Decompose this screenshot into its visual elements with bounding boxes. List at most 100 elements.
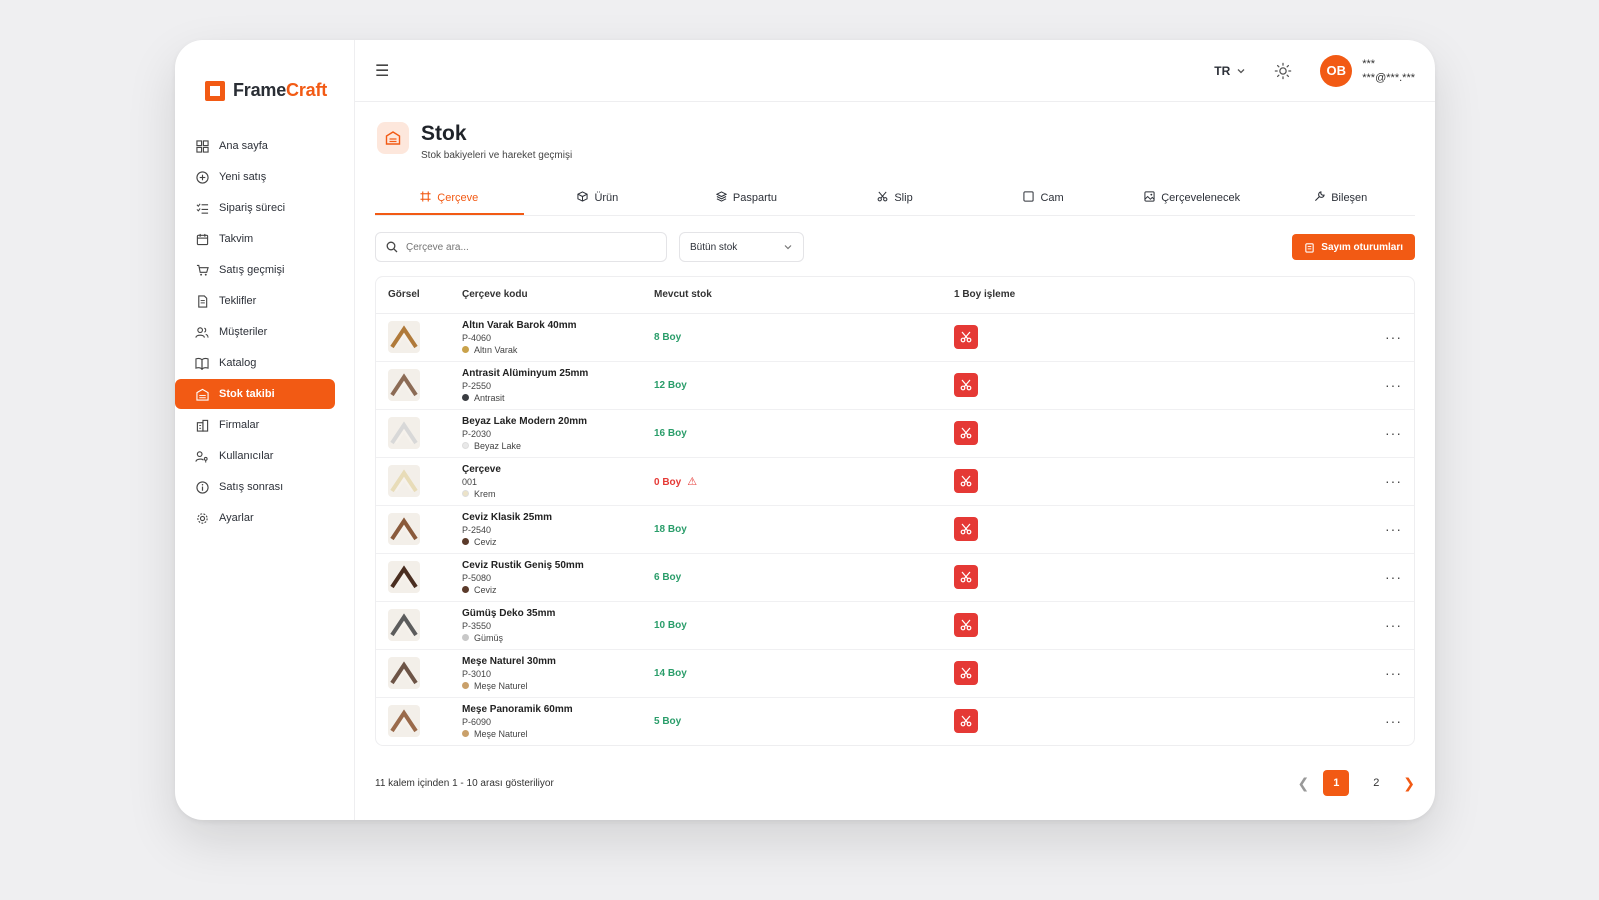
color-dot [462,730,469,738]
image-cell [376,457,450,506]
sidebar-item-sipariş-süreci[interactable]: Sipariş süreci [175,193,340,223]
table-row[interactable]: Meşe Naturel 30mm P-3010 Meşe Naturel 14… [376,649,1414,698]
image-cell [376,313,450,362]
brand-logo[interactable]: FrameCraft [175,80,354,101]
tab-7[interactable]: Bileşen [1266,183,1415,215]
scissors-icon [960,667,972,679]
user-key-icon [195,449,209,463]
tab-3[interactable]: Paspartu [672,183,821,215]
menu-toggle-icon[interactable]: ☰ [375,61,389,81]
more-options-icon[interactable]: ··· [1062,313,1414,362]
cut-button[interactable] [954,517,978,541]
user-menu[interactable]: OB *** ***@***.*** [1320,54,1415,87]
frame-thumbnail [388,657,420,689]
sidebar-item-satış-sonrası[interactable]: Satış sonrası [175,472,340,502]
filter-bar: Bütün stok Sayım oturumları [375,232,1415,262]
search-input[interactable] [406,241,656,253]
page-button-1[interactable]: 1 [1323,770,1350,796]
process-cell [942,553,1062,602]
chevron-right-icon[interactable]: ❯ [1403,775,1415,792]
frame-name: Çerçeve [462,463,501,475]
cut-button[interactable] [954,325,978,349]
stock-value: 14 Boy [654,667,687,679]
cut-button[interactable] [954,421,978,445]
sidebar-item-firmalar[interactable]: Firmalar [175,410,340,440]
stock-filter-select[interactable]: Bütün stok [679,232,804,262]
sidebar-item-takvim[interactable]: Takvim [175,224,340,254]
tab-5[interactable]: Cam [969,183,1118,215]
sidebar-item-katalog[interactable]: Katalog [175,348,340,378]
more-options-icon[interactable]: ··· [1062,601,1414,650]
topbar: ☰ TR OB *** ***@***.*** [355,40,1435,102]
sidebar-item-kullanıcılar[interactable]: Kullanıcılar [175,441,340,471]
tab-1[interactable]: Çerçeve [375,183,524,215]
info-icon [195,480,209,494]
table-row[interactable]: Ceviz Klasik 25mm P-2540 Ceviz 18 Boy ··… [376,505,1414,554]
table-row[interactable]: Meşe Panoramik 60mm P-6090 Meşe Naturel … [376,697,1414,745]
sidebar-item-teklifler[interactable]: Teklifler [175,286,340,316]
tab-4[interactable]: Slip [821,183,970,215]
sidebar-item-ayarlar[interactable]: Ayarlar [175,503,340,533]
frame-thumbnail [388,609,420,641]
page-button-2[interactable]: 2 [1363,770,1389,796]
stock-value: 12 Boy [654,379,687,391]
frame-color-label: Beyaz Lake [474,440,522,451]
color-dot [462,346,469,353]
frame-name: Antrasit Alüminyum 25mm [462,367,589,379]
frame-code: P-2550 [462,380,492,391]
sidebar: FrameCraft Ana sayfa Yeni satış Sipariş sü… [175,40,355,820]
scissors-icon [960,379,972,391]
scissors-icon [960,571,972,583]
cut-button[interactable] [954,613,978,637]
language-code: TR [1214,63,1231,78]
cut-button[interactable] [954,469,978,493]
more-options-icon[interactable]: ··· [1062,409,1414,458]
language-selector[interactable]: TR [1214,64,1246,78]
sun-icon[interactable] [1274,62,1292,80]
chevron-left-icon[interactable]: ❮ [1298,775,1310,792]
frame-color: Beyaz Lake [462,441,630,451]
sidebar-item-yeni-satış[interactable]: Yeni satış [175,162,340,192]
more-options-icon[interactable]: ··· [1062,457,1414,506]
users-icon [195,325,209,339]
frame-color: Meşe Naturel [462,681,630,691]
process-cell [942,601,1062,650]
sidebar-item-satış-geçmişi[interactable]: Satış geçmişi [175,255,340,285]
scissors-icon [877,191,888,205]
box-icon [577,191,589,205]
sidebar-item-label: Firmalar [219,419,260,431]
sidebar-item-müşteriler[interactable]: Müşteriler [175,317,340,347]
table-row[interactable]: Antrasit Alüminyum 25mm P-2550 Antrasit … [376,361,1414,410]
more-options-icon[interactable]: ··· [1062,505,1414,554]
frame-color: Altın Varak [462,345,630,355]
cut-button[interactable] [954,661,978,685]
table-row[interactable]: Altın Varak Barok 40mm P-4060 Altın Vara… [376,313,1414,362]
frame-code: 001 [462,476,478,487]
table-row[interactable]: Ceviz Rustik Geniş 50mm P-5080 Ceviz 6 B… [376,553,1414,602]
cut-button[interactable] [954,565,978,589]
table-row[interactable]: Gümüş Deko 35mm P-3550 Gümüş 10 Boy ··· [376,601,1414,650]
sidebar-item-ana-sayfa[interactable]: Ana sayfa [175,131,340,161]
book-icon [195,356,209,370]
more-options-icon[interactable]: ··· [1062,361,1414,410]
code-cell: Altın Varak Barok 40mm P-4060 Altın Vara… [450,313,642,362]
tab-6[interactable]: Çerçevelenecek [1118,183,1267,215]
frame-thumbnail [388,465,420,497]
image-cell [376,649,450,698]
cut-button[interactable] [954,373,978,397]
column-header-actions [1062,277,1414,314]
plus-circle-icon [195,170,209,184]
table-row[interactable]: Beyaz Lake Modern 20mm P-2030 Beyaz Lake… [376,409,1414,458]
more-options-icon[interactable]: ··· [1062,553,1414,602]
frame-thumbnail [388,513,420,545]
process-cell [942,313,1062,362]
cut-button[interactable] [954,709,978,734]
table-row[interactable]: Çerçeve 001 Krem 0 Boy ⚠ ··· [376,457,1414,506]
sidebar-item-stok-takibi[interactable]: Stok takibi [175,379,335,409]
more-options-icon[interactable]: ··· [1062,697,1414,745]
tab-2[interactable]: Ürün [524,183,673,215]
more-options-icon[interactable]: ··· [1062,649,1414,698]
frame-name: Meşe Naturel 30mm [462,655,556,667]
count-sessions-button[interactable]: Sayım oturumları [1292,234,1415,260]
stock-cell: 8 Boy [642,313,942,362]
